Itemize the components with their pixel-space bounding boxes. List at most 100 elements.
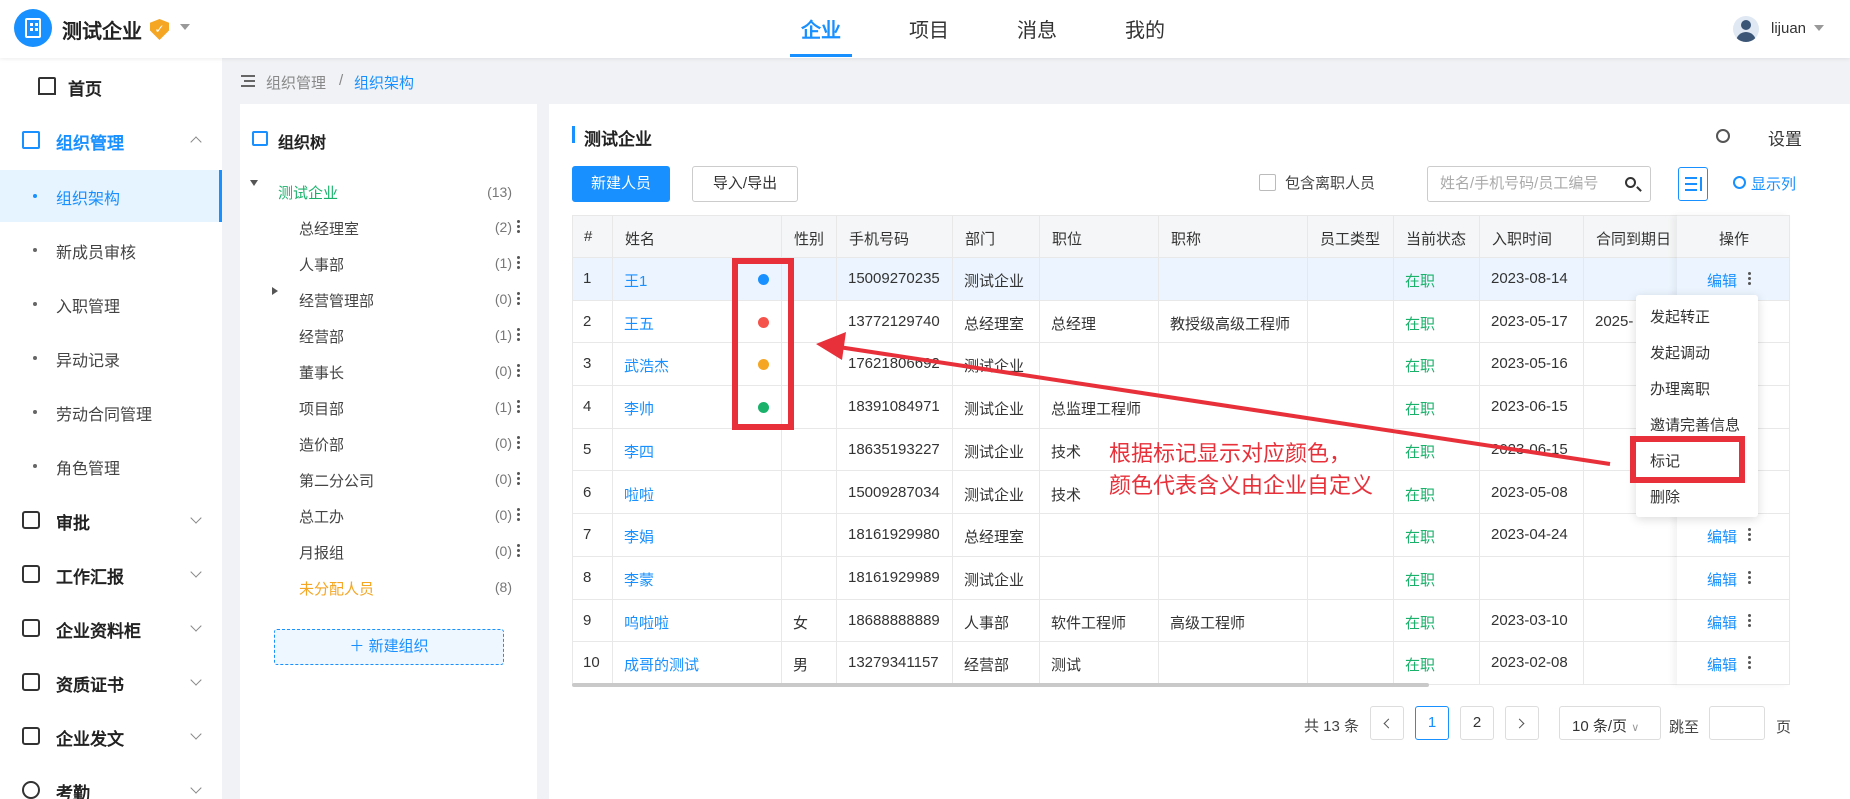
cell-name[interactable]: 李娟 <box>624 526 654 547</box>
col-header-type[interactable]: 员工类型 <box>1320 228 1380 249</box>
more-options-icon[interactable] <box>517 435 520 450</box>
menu-item-invite-complete-info[interactable]: 邀请完善信息 <box>1650 414 1740 435</box>
cell-name[interactable]: 李帅 <box>624 398 654 419</box>
sidebar-item-attendance[interactable]: 考勤 <box>0 764 222 799</box>
column-sort-toggle-icon[interactable] <box>1678 167 1708 201</box>
sidebar-item-labor-contract[interactable]: 劳动合同管理 <box>0 386 222 438</box>
col-header-dept[interactable]: 部门 <box>965 228 995 249</box>
more-options-icon[interactable] <box>517 543 520 558</box>
new-person-button[interactable]: 新建人员 <box>572 166 670 202</box>
include-left-checkbox[interactable] <box>1259 174 1276 191</box>
tree-node[interactable]: 月报组 <box>299 542 344 563</box>
sidebar-item-document-cabinet[interactable]: 企业资料柜 <box>0 602 222 654</box>
page-2-button[interactable]: 2 <box>1460 706 1494 740</box>
sidebar-item-publications[interactable]: 企业发文 <box>0 710 222 762</box>
tree-node-root[interactable]: 测试企业 <box>278 182 338 203</box>
col-header-name[interactable]: 姓名 <box>625 228 655 249</box>
cell-name[interactable]: 啦啦 <box>624 484 654 505</box>
avatar[interactable] <box>1733 16 1759 42</box>
jump-to-page-input[interactable] <box>1709 706 1765 740</box>
table-row[interactable]: 9 呜啦啦 女 18688888889 人事部 软件工程师 高级工程师 在职 2023-03-1… <box>572 600 1790 643</box>
more-options-icon[interactable] <box>517 327 520 342</box>
sidebar-item-onboarding[interactable]: 入职管理 <box>0 278 222 330</box>
cell-name[interactable]: 王五 <box>624 313 654 334</box>
tree-node[interactable]: 造价部 <box>299 434 344 455</box>
more-options-icon[interactable] <box>517 471 520 486</box>
more-options-icon[interactable] <box>517 255 520 270</box>
table-row[interactable]: 10 成哥的测试男 13279341157 经营部 测试 在职 2023-02-08 编辑 <box>572 642 1790 685</box>
show-columns-button[interactable]: 显示列 <box>1751 173 1796 194</box>
page-1-button[interactable]: 1 <box>1415 706 1449 740</box>
tree-node[interactable]: 项目部 <box>299 398 344 419</box>
col-header-phone[interactable]: 手机号码 <box>849 228 909 249</box>
search-box[interactable] <box>1427 166 1651 202</box>
table-row[interactable]: 8 李蒙 18161929989 测试企业 在职 编辑 <box>572 557 1790 600</box>
tree-expand-caret-icon[interactable] <box>250 180 258 186</box>
tree-node[interactable]: 董事长 <box>299 362 344 383</box>
username[interactable]: lijuan <box>1771 20 1806 37</box>
user-menu-caret-icon[interactable] <box>1814 25 1824 31</box>
more-options-icon[interactable] <box>517 291 520 306</box>
tree-node-unassigned[interactable]: 未分配人员 <box>299 578 374 599</box>
page-size-select[interactable]: 10 条/页 ∨ <box>1559 706 1661 740</box>
col-header-title[interactable]: 职称 <box>1171 228 1201 249</box>
gear-icon[interactable] <box>1716 129 1730 143</box>
sidebar-item-certificates[interactable]: 资质证书 <box>0 656 222 708</box>
more-options-icon[interactable] <box>517 399 520 414</box>
next-page-button[interactable] <box>1505 706 1539 740</box>
menu-item-resign[interactable]: 办理离职 <box>1650 378 1710 399</box>
more-options-icon[interactable] <box>517 219 520 234</box>
sidebar-item-org-management[interactable]: 组织管理 <box>0 114 222 166</box>
sidebar-item-new-member-review[interactable]: 新成员审核 <box>0 224 222 276</box>
cell-name[interactable]: 王1 <box>624 270 647 291</box>
settings-button[interactable]: 设置 <box>1768 125 1802 150</box>
tree-node[interactable]: 第二分公司 <box>299 470 374 491</box>
cell-name[interactable]: 李蒙 <box>624 569 654 590</box>
horizontal-scrollbar[interactable] <box>572 683 1429 687</box>
menu-item-transfer[interactable]: 发起调动 <box>1650 342 1710 363</box>
col-header-position[interactable]: 职位 <box>1052 228 1082 249</box>
gear-icon[interactable] <box>1733 176 1746 189</box>
tree-node[interactable]: 人事部 <box>299 254 344 275</box>
company-logo-icon[interactable] <box>14 9 52 47</box>
include-left-label[interactable]: 包含离职人员 <box>1285 172 1375 193</box>
company-name[interactable]: 测试企业 <box>62 15 142 44</box>
table-row[interactable]: 7 李娟 18161929980 总经理室 在职 2023-04-24 编辑 <box>572 514 1790 557</box>
cell-name[interactable]: 武浩杰 <box>624 355 669 376</box>
import-export-button[interactable]: 导入/导出 <box>692 166 798 202</box>
nav-tab-mine[interactable]: 我的 <box>1125 14 1165 43</box>
nav-tab-projects[interactable]: 项目 <box>909 14 949 43</box>
col-header-status[interactable]: 当前状态 <box>1406 228 1466 249</box>
col-header-contract-end[interactable]: 合同到期日 <box>1596 228 1671 249</box>
tree-node[interactable]: 总工办 <box>299 506 344 527</box>
more-options-icon[interactable] <box>517 507 520 522</box>
cell-name[interactable]: 成哥的测试 <box>624 654 699 675</box>
nav-tab-messages[interactable]: 消息 <box>1017 14 1057 43</box>
col-header-join-date[interactable]: 入职时间 <box>1492 228 1552 249</box>
menu-item-delete[interactable]: 删除 <box>1650 486 1680 507</box>
company-switch-caret-icon[interactable] <box>180 24 190 30</box>
more-options-icon[interactable] <box>517 363 520 378</box>
nav-tab-enterprise[interactable]: 企业 <box>801 14 841 43</box>
sidebar-item-transfer-records[interactable]: 异动记录 <box>0 332 222 384</box>
search-icon[interactable] <box>1625 177 1636 188</box>
tree-node[interactable]: 总经理室 <box>299 218 359 239</box>
sidebar-item-role-management[interactable]: 角色管理 <box>0 440 222 492</box>
cell-name[interactable]: 呜啦啦 <box>624 612 669 633</box>
sidebar-item-home[interactable]: 首页 <box>0 60 222 112</box>
sidebar-item-work-report[interactable]: 工作汇报 <box>0 548 222 600</box>
chevron-down-icon <box>190 728 202 740</box>
sidebar-item-org-structure[interactable]: 组织架构 <box>0 170 222 222</box>
new-org-button[interactable]: ＋ 新建组织 <box>274 629 504 665</box>
col-header-gender[interactable]: 性别 <box>794 228 824 249</box>
breadcrumb-parent[interactable]: 组织管理 <box>266 72 326 93</box>
cell-name[interactable]: 李四 <box>624 441 654 462</box>
search-input[interactable] <box>1440 175 1615 192</box>
tree-node[interactable]: 经营管理部 <box>299 290 374 311</box>
sidebar-item-approval[interactable]: 审批 <box>0 494 222 546</box>
tree-node[interactable]: 经营部 <box>299 326 344 347</box>
menu-fold-icon[interactable] <box>241 75 255 87</box>
prev-page-button[interactable] <box>1370 706 1404 740</box>
tree-expand-caret-icon[interactable] <box>272 287 278 295</box>
menu-item-confirm-regular[interactable]: 发起转正 <box>1650 306 1710 327</box>
